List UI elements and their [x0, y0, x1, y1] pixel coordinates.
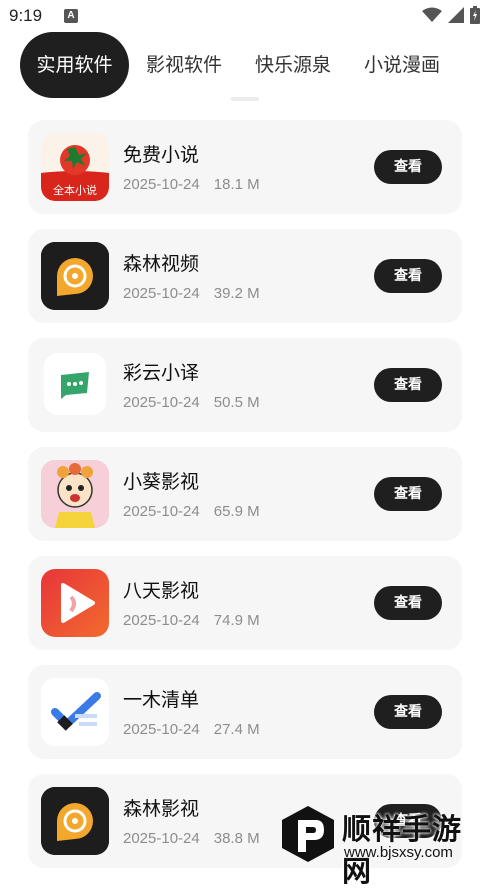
tab-novel-comic[interactable]: 小说漫画 [364, 32, 440, 98]
view-button[interactable]: 查看 [374, 259, 442, 293]
app-size: 38.8 M [213, 830, 260, 847]
app-meta: 2025-10-24 38.8 M [123, 830, 260, 847]
app-date: 2025-10-24 [123, 721, 200, 738]
status-icons [422, 6, 480, 24]
app-name: 森林影视 [123, 798, 200, 820]
app-meta: 2025-10-24 27.4 M [123, 721, 260, 738]
play-icon [41, 569, 109, 637]
app-size: 18.1 M [213, 176, 260, 193]
list-item[interactable]: 一木清单 2025-10-24 27.4 M 查看 [28, 665, 462, 759]
status-bar: 9:19 A [0, 0, 490, 32]
app-meta: 2025-10-24 18.1 M [123, 176, 260, 193]
app-size: 39.2 M [213, 285, 260, 302]
notification-icon: A [64, 9, 78, 23]
app-name: 小葵影视 [123, 471, 200, 493]
list-item[interactable]: 全本小说 免费小说 2025-10-24 18.1 M 查看 [28, 120, 462, 214]
tab-fun[interactable]: 快乐源泉 [255, 32, 331, 98]
view-button[interactable]: 查看 [374, 368, 442, 402]
battery-icon [470, 6, 480, 24]
app-name: 一木清单 [123, 689, 200, 711]
list-item[interactable]: 小葵影视 2025-10-24 65.9 M 查看 [28, 447, 462, 541]
app-meta: 2025-10-24 74.9 M [123, 612, 260, 629]
checkmark-icon [41, 678, 109, 746]
app-size: 74.9 M [213, 612, 260, 629]
app-date: 2025-10-24 [123, 503, 200, 520]
app-size: 65.9 M [213, 503, 260, 520]
app-meta: 2025-10-24 39.2 M [123, 285, 260, 302]
app-date: 2025-10-24 [123, 830, 200, 847]
list-item[interactable]: 森林视频 2025-10-24 39.2 M 查看 [28, 229, 462, 323]
app-date: 2025-10-24 [123, 394, 200, 411]
app-date: 2025-10-24 [123, 285, 200, 302]
view-button[interactable]: 查看 [374, 477, 442, 511]
caiyun-translate-icon [44, 353, 106, 415]
app-meta: 2025-10-24 50.5 M [123, 394, 260, 411]
view-button[interactable]: 查看 [374, 150, 442, 184]
app-date: 2025-10-24 [123, 612, 200, 629]
forest-video-icon [41, 242, 109, 310]
category-tabs: 实用软件 影视软件 快乐源泉 小说漫画 [0, 32, 490, 98]
tomato-novel-icon: 全本小说 [41, 133, 109, 201]
app-name: 森林视频 [123, 253, 200, 275]
app-date: 2025-10-24 [123, 176, 200, 193]
svg-text:全本小说: 全本小说 [53, 183, 97, 197]
watermark-logo-icon [282, 806, 334, 862]
scroll-indicator [231, 97, 259, 101]
app-meta: 2025-10-24 65.9 M [123, 503, 260, 520]
list-item[interactable]: 彩云小译 2025-10-24 50.5 M 查看 [28, 338, 462, 432]
view-button[interactable]: 查看 [374, 586, 442, 620]
app-name: 彩云小译 [123, 362, 200, 384]
tab-utility[interactable]: 实用软件 [20, 32, 129, 98]
watermark-url: www.bjsxsy.com [344, 844, 453, 861]
cartoon-kid-icon [41, 460, 109, 528]
tab-video[interactable]: 影视软件 [146, 32, 222, 98]
status-time: 9:19 [9, 6, 43, 25]
app-name: 八天影视 [123, 580, 200, 602]
app-size: 27.4 M [213, 721, 260, 738]
app-name: 免费小说 [123, 144, 200, 166]
signal-icon [448, 7, 464, 23]
list-item[interactable]: 八天影视 2025-10-24 74.9 M 查看 [28, 556, 462, 650]
app-size: 50.5 M [213, 394, 260, 411]
wifi-icon [422, 7, 442, 22]
forest-video-icon [41, 787, 109, 855]
view-button[interactable]: 查看 [374, 695, 442, 729]
watermark: 顺祥手游网 www.bjsxsy.com [278, 802, 488, 888]
